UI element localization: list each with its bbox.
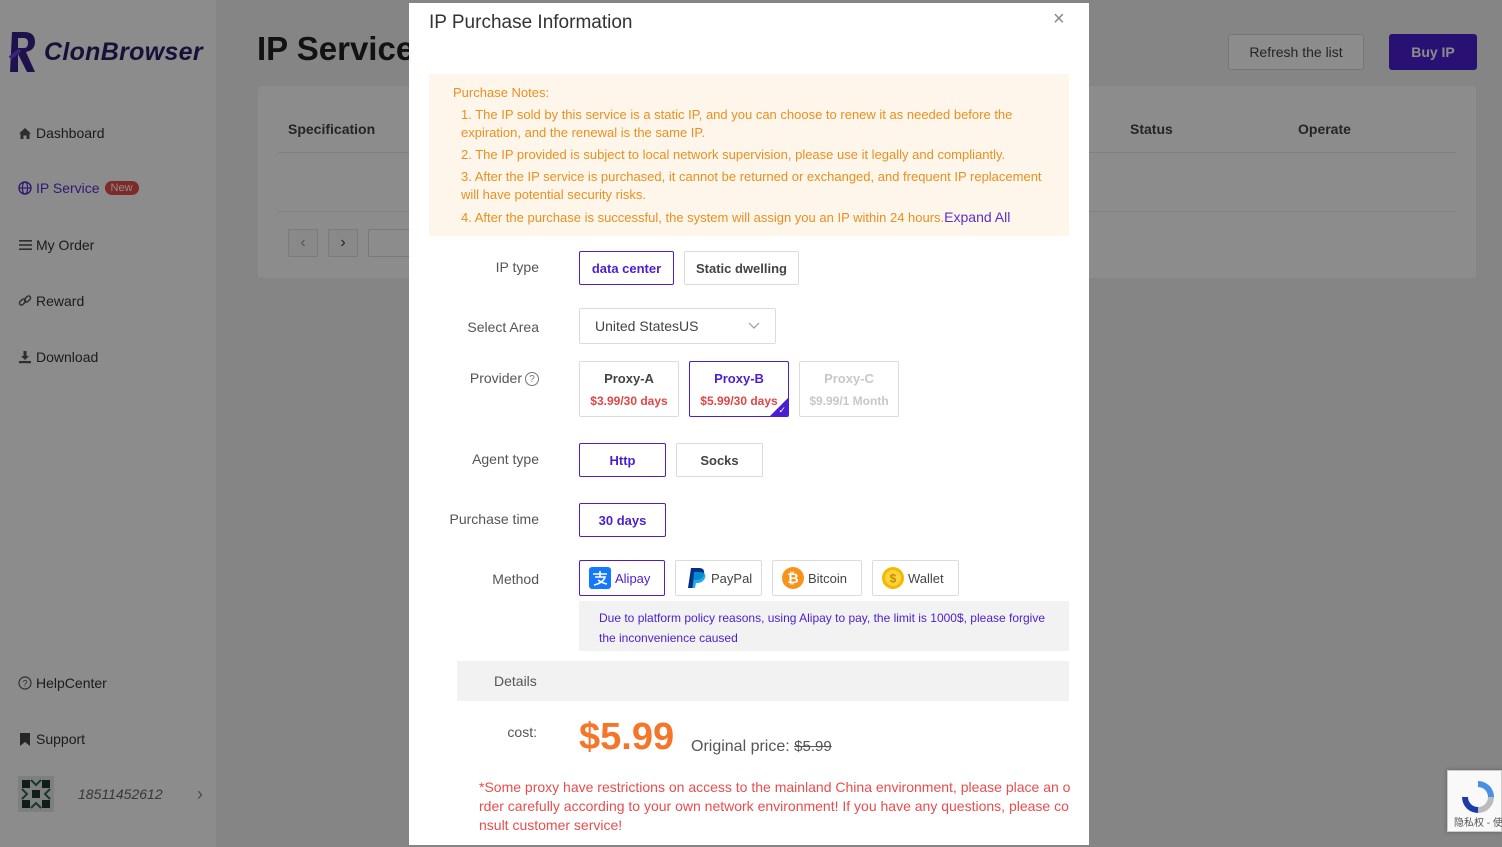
- ip-purchase-modal: IP Purchase Information × Purchase Notes…: [409, 3, 1089, 845]
- modal-title: IP Purchase Information: [429, 12, 633, 33]
- payment-label: Alipay: [615, 570, 651, 586]
- note-item: 1. The IP sold by this service is a stat…: [461, 107, 1013, 140]
- recaptcha-icon: [1462, 781, 1494, 813]
- agent-type-label: Agent type: [472, 451, 539, 467]
- svg-text:$: $: [890, 572, 897, 586]
- alipay-icon: [589, 567, 611, 589]
- note-text: 4. After the purchase is successful, the…: [461, 210, 945, 225]
- payment-bitcoin-option[interactable]: ₿ Bitcoin: [772, 560, 862, 596]
- payment-label: PayPal: [711, 570, 753, 586]
- recaptcha-badge[interactable]: 隐私权 - 使用条款: [1447, 770, 1502, 832]
- note-item: 4. After the purchase is successful, the…: [453, 208, 1049, 227]
- ip-type-data-center-option[interactable]: data center: [579, 251, 674, 285]
- payment-wallet-option[interactable]: $ Wallet: [872, 560, 959, 596]
- provider-label: Provider?: [409, 370, 539, 386]
- provider-option-proxy-c: Proxy-C $9.99/1 Month: [799, 361, 899, 417]
- purchase-time-label: Purchase time: [449, 511, 539, 527]
- provider-name: Proxy-B: [714, 371, 764, 386]
- help-circle-icon[interactable]: ?: [525, 372, 539, 386]
- provider-option-proxy-b[interactable]: Proxy-B $5.99/30 days ✓: [689, 361, 789, 417]
- payment-label: Wallet: [908, 570, 944, 586]
- provider-label-text: Provider: [469, 370, 522, 386]
- original-price-label: Original price:: [691, 738, 790, 755]
- expand-all-link[interactable]: Expand All: [944, 209, 1010, 225]
- chevron-down-icon: [748, 319, 760, 333]
- provider-price: $9.99/1 Month: [809, 394, 889, 408]
- cost-label: cost:: [507, 724, 537, 740]
- provider-option-proxy-a[interactable]: Proxy-A $3.99/30 days: [579, 361, 679, 417]
- ip-type-label: IP type: [495, 259, 539, 275]
- provider-price: $3.99/30 days: [590, 394, 668, 408]
- china-access-warning: *Some proxy have restrictions on access …: [479, 779, 1071, 833]
- paypal-icon: [685, 567, 707, 589]
- close-icon[interactable]: ×: [1053, 8, 1065, 31]
- agent-type-socks-option[interactable]: Socks: [676, 443, 763, 477]
- alipay-limit-note: Due to platform policy reasons, using Al…: [579, 601, 1069, 651]
- payment-paypal-option[interactable]: PayPal: [675, 560, 762, 596]
- svg-text:₿: ₿: [787, 571, 798, 587]
- original-price: Original price: $5.99: [691, 738, 832, 756]
- area-select[interactable]: United StatesUS: [579, 308, 776, 344]
- recaptcha-terms[interactable]: 隐私权 - 使用条款: [1454, 814, 1502, 829]
- area-select-value: United StatesUS: [595, 318, 699, 334]
- ip-type-static-dwelling-option[interactable]: Static dwelling: [684, 251, 799, 285]
- provider-name: Proxy-A: [604, 371, 654, 386]
- cost-value: $5.99: [579, 716, 675, 758]
- original-price-value: $5.99: [794, 738, 832, 755]
- provider-name: Proxy-C: [824, 371, 874, 386]
- note-item: 2. The IP provided is subject to local n…: [461, 147, 1006, 162]
- details-section-header: Details: [457, 661, 1069, 701]
- purchase-time-30-days-option[interactable]: 30 days: [579, 503, 666, 537]
- notes-title: Purchase Notes:: [453, 85, 550, 100]
- wallet-coin-icon: $: [882, 567, 904, 589]
- method-label: Method: [492, 571, 539, 587]
- purchase-notes: Purchase Notes: 1. The IP sold by this s…: [429, 74, 1069, 236]
- agent-type-http-option[interactable]: Http: [579, 443, 666, 477]
- payment-label: Bitcoin: [808, 570, 848, 586]
- note-item: 3. After the IP service is purchased, it…: [461, 169, 1042, 202]
- payment-alipay-option[interactable]: Alipay: [579, 560, 665, 596]
- check-icon: ✓: [778, 405, 786, 415]
- bitcoin-icon: ₿: [782, 567, 804, 589]
- select-area-label: Select Area: [467, 319, 539, 335]
